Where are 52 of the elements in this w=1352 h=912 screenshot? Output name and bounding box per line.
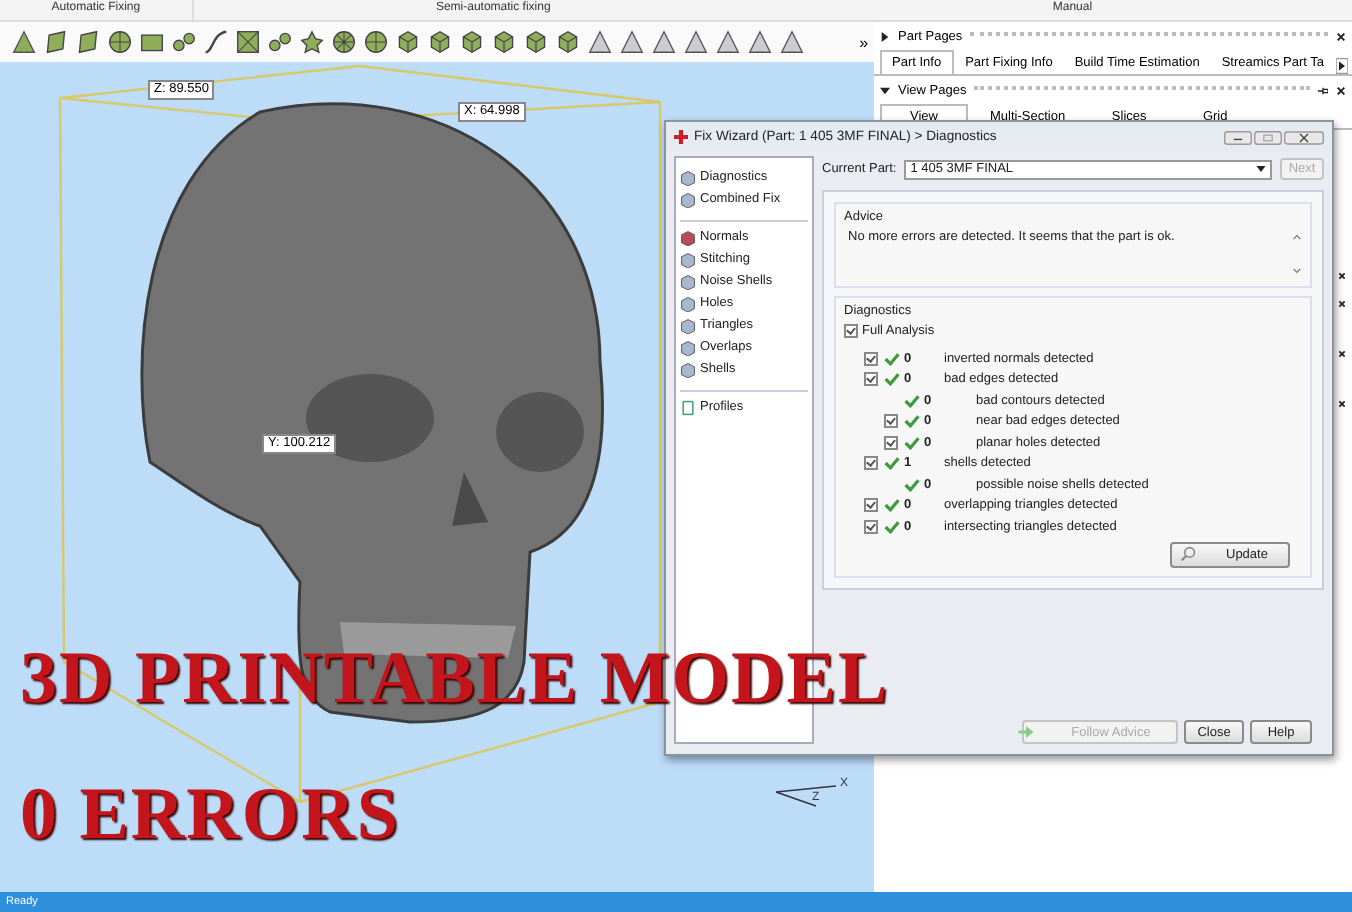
- close-icon[interactable]: [1338, 400, 1346, 408]
- cube-tool-icon[interactable]: [492, 30, 516, 54]
- mesh-tool-icon[interactable]: [236, 30, 260, 54]
- circles-tool-icon[interactable]: [268, 30, 292, 54]
- checkbox[interactable]: [864, 498, 878, 513]
- close-icon[interactable]: [1336, 86, 1346, 96]
- pyramid-tool-icon[interactable]: [684, 30, 708, 54]
- expand-arrow-icon[interactable]: [880, 86, 891, 96]
- checkbox[interactable]: [864, 372, 878, 387]
- cross-icon: [674, 130, 688, 144]
- pyramid-tool-icon[interactable]: [780, 30, 804, 54]
- pyramid-tool-icon[interactable]: [588, 30, 612, 54]
- cube-tool-icon[interactable]: [428, 30, 452, 54]
- overlay-caption: 0 ERRORS: [20, 776, 400, 856]
- sphere-tool-icon[interactable]: [108, 30, 132, 54]
- dropdown-caret-icon: [1256, 166, 1266, 172]
- arrow-icon: [1017, 726, 1034, 738]
- pyramid-tool-icon[interactable]: [716, 30, 740, 54]
- cube-tool-icon[interactable]: [556, 30, 580, 54]
- pyramid-tool-icon[interactable]: [652, 30, 676, 54]
- checkbox[interactable]: [884, 414, 898, 429]
- close-button[interactable]: [1284, 129, 1324, 145]
- close-icon[interactable]: [1338, 350, 1346, 358]
- close-icon[interactable]: [1336, 32, 1346, 42]
- checkbox[interactable]: [844, 323, 858, 337]
- checkbox[interactable]: [884, 435, 898, 450]
- pyramid-tool-icon[interactable]: [748, 30, 772, 54]
- pin-icon[interactable]: [1318, 86, 1328, 96]
- scroll-right-icon[interactable]: [1336, 58, 1348, 74]
- magnifier-icon: [1180, 546, 1196, 562]
- checkbox[interactable]: [864, 456, 878, 471]
- toolbar-overflow-button[interactable]: »: [859, 33, 869, 51]
- checkbox[interactable]: [864, 519, 878, 534]
- cube-tool-icon[interactable]: [396, 30, 420, 54]
- star-tool-icon[interactable]: [300, 30, 324, 54]
- sphere-tool-icon[interactable]: [364, 30, 388, 54]
- curve-tool-icon[interactable]: [204, 30, 228, 54]
- cube-tool-icon[interactable]: [524, 30, 548, 54]
- collapse-arrow-icon[interactable]: [880, 32, 891, 42]
- circles-tool-icon[interactable]: [172, 30, 196, 54]
- wheel-tool-icon[interactable]: [332, 30, 356, 54]
- pyramid-tool-icon[interactable]: [12, 30, 36, 54]
- document-icon: [680, 399, 696, 415]
- square-tool-icon[interactable]: [140, 30, 164, 54]
- cube-tool-icon[interactable]: [460, 30, 484, 54]
- pyramid-tool-icon[interactable]: [620, 30, 644, 54]
- axis-triad-drawing: [775, 785, 837, 807]
- close-icon[interactable]: [1338, 272, 1346, 280]
- flag-tool-icon[interactable]: [76, 30, 100, 54]
- flag-tool-icon[interactable]: [44, 30, 68, 54]
- checkbox[interactable]: [864, 351, 878, 366]
- close-icon[interactable]: [1338, 300, 1346, 308]
